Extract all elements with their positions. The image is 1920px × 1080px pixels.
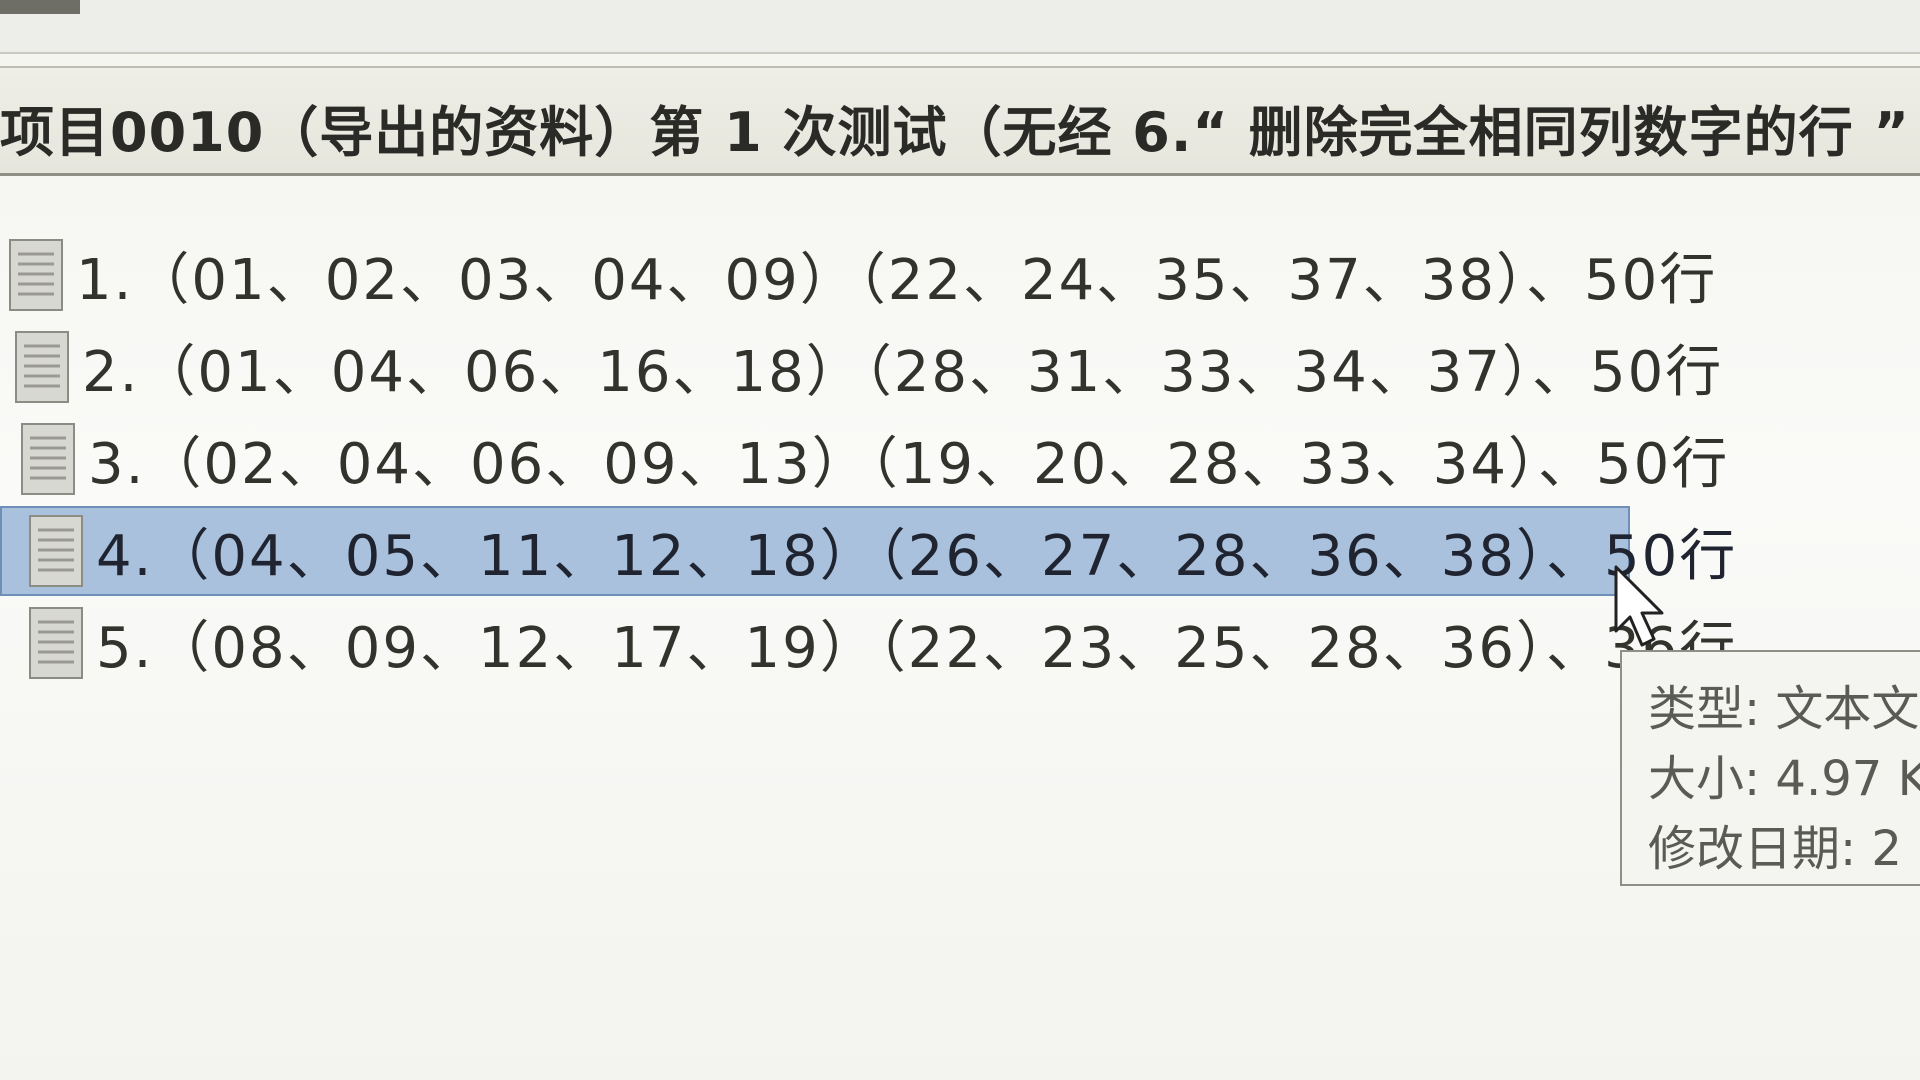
file-item-label: 1.（01、02、03、04、09）（22、24、35、37、38）、50行 xyxy=(76,247,1718,313)
tooltip-size: 大小: 4.97 K xyxy=(1648,751,1920,807)
folder-title: 项目0010（导出的资料）第 1 次测试（无经 6.“ 删除完全相同列数字的行 … xyxy=(0,101,1920,164)
file-item-2[interactable]: 2.（01、04、06、16、18）（28、31、33、34、37）、50行 xyxy=(14,322,1721,412)
top-strip xyxy=(0,0,1920,54)
mouse-pointer-icon xyxy=(1614,565,1664,647)
tooltip-type: 类型: 文本文 xyxy=(1648,681,1920,737)
file-item-label: 3.（02、04、06、09、13）（19、20、28、33、34）、50行 xyxy=(88,431,1730,497)
file-item-1[interactable]: 1.（01、02、03、04、09）（22、24、35、37、38）、50行 xyxy=(8,230,1715,320)
text-file-icon xyxy=(9,239,63,311)
file-item-label: 2.（01、04、06、16、18）（28、31、33、34、37）、50行 xyxy=(82,339,1724,405)
file-item-label: 4.（04、05、11、12、18）（26、27、28、36、38）、50行 xyxy=(96,523,1738,589)
file-item-4-selected[interactable]: 4.（04、05、11、12、18）（26、27、28、36、38）、50行 xyxy=(0,506,1735,596)
text-file-icon xyxy=(29,607,83,679)
file-item-5[interactable]: 5.（08、09、12、17、19）（22、23、25、28、36）、36行 xyxy=(28,598,1735,688)
text-file-icon xyxy=(21,423,75,495)
text-file-icon xyxy=(15,331,69,403)
file-info-tooltip: 类型: 文本文 大小: 4.97 K 修改日期: 2 xyxy=(1620,650,1920,886)
tooltip-modified-date: 修改日期: 2 xyxy=(1648,821,1902,877)
file-item-3[interactable]: 3.（02、04、06、09、13）（19、20、28、33、34）、50行 xyxy=(20,414,1727,504)
folder-title-bar: 项目0010（导出的资料）第 1 次测试（无经 6.“ 删除完全相同列数字的行 … xyxy=(0,66,1920,176)
top-strip-fragment xyxy=(0,0,80,14)
explorer-window: 项目0010（导出的资料）第 1 次测试（无经 6.“ 删除完全相同列数字的行 … xyxy=(0,0,1920,1080)
text-file-icon xyxy=(29,515,83,587)
file-item-label: 5.（08、09、12、17、19）（22、23、25、28、36）、36行 xyxy=(96,615,1738,681)
